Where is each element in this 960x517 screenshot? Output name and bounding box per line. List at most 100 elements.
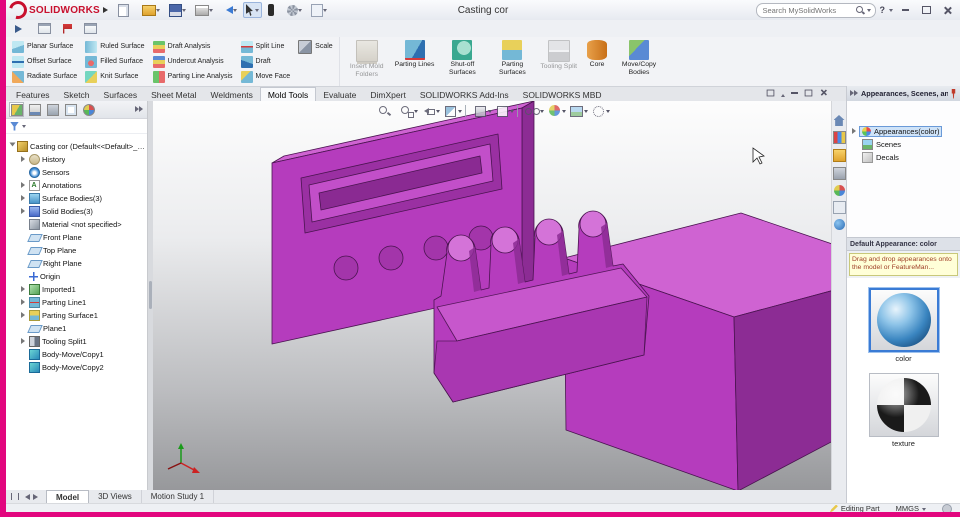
help-button[interactable]: ? [880,5,886,15]
command-tab[interactable]: Weldments [203,88,259,101]
expand-arrow-icon[interactable] [20,156,27,163]
ribbon-small-button[interactable]: Planar Surface [10,39,79,54]
ribbon-small-button[interactable]: Split Line [239,39,293,54]
tree-item[interactable]: History [6,153,147,166]
appearances-tab-icon[interactable] [833,185,845,196]
ribbon-small-button[interactable]: Draft [239,54,293,69]
tree-item[interactable]: Annotations [6,179,147,192]
expand-arrow-icon[interactable] [20,312,27,319]
tree-item[interactable]: Body-Move/Copy2 [6,361,147,374]
search-input[interactable] [760,4,854,16]
view-toolbar-button[interactable] [421,104,440,118]
ribbon-small-button[interactable]: Knit Surface [83,69,146,84]
view-toolbar-button[interactable] [399,104,418,118]
command-tab[interactable]: DimXpert [363,88,412,101]
ribbon-large-button[interactable]: Parting Lines [392,39,438,84]
quick-toolbar-button[interactable] [166,2,189,19]
toolbar-button[interactable] [12,23,29,35]
tree-item[interactable]: Front Plane [6,231,147,244]
view-palette-icon[interactable] [832,167,846,180]
command-tab[interactable]: Features [9,88,57,101]
command-tab[interactable]: SOLIDWORKS Add-Ins [413,88,516,101]
restore-button[interactable] [918,3,935,17]
appearances-tree-item[interactable]: Decals [847,151,960,164]
quick-toolbar-button[interactable] [219,4,240,16]
chevron-down-icon[interactable] [866,9,871,14]
quick-toolbar-button[interactable] [284,3,305,18]
document-tab[interactable]: 3D Views [89,490,142,503]
view-toolbar-button[interactable] [495,104,514,118]
ribbon-small-button[interactable]: Undercut Analysis [151,54,235,69]
view-toolbar-button[interactable] [569,104,588,118]
doc-restore-icon[interactable] [804,89,813,96]
flyout-expand[interactable] [135,105,144,114]
tree-item[interactable]: Surface Bodies(3) [6,192,147,205]
doc-close-icon[interactable] [820,89,827,96]
ribbon-small-button[interactable]: Parting Line Analysis [151,69,235,84]
ribbon-large-button[interactable]: Move/Copy Bodies [614,39,664,84]
command-tab[interactable]: Sketch [57,88,97,101]
command-tab[interactable]: SOLIDWORKS MBD [516,88,609,101]
document-tab[interactable]: Model [46,490,90,503]
menu-expand-arrow-icon[interactable] [102,7,111,13]
ribbon-small-button[interactable]: Filled Surface [83,54,146,69]
view-toolbar-button[interactable] [443,104,462,118]
expand-arrow-icon[interactable] [20,299,27,306]
view-toolbar-button[interactable] [547,104,566,118]
expand-arrow-icon[interactable] [20,182,27,189]
ribbon-small-button[interactable]: Ruled Surface [83,39,146,54]
view-toolbar-button[interactable] [465,105,470,117]
design-library-icon[interactable] [832,131,846,144]
command-tab[interactable]: Mold Tools [259,87,317,101]
appearance-thumbnail[interactable]: texture [847,372,960,448]
tree-item[interactable]: Sensors [6,166,147,179]
viewport-3d[interactable] [153,101,831,490]
expand-arrow-icon[interactable] [20,195,27,202]
doc-minimize-icon[interactable] [791,91,798,94]
tree-item[interactable]: Top Plane [6,244,147,257]
expand-arrow-icon[interactable] [20,208,27,215]
ribbon-large-button[interactable]: Insert Mold Folders [342,39,392,84]
appearances-tree-item[interactable]: Appearances(color) [847,125,960,138]
tree-item[interactable]: Material <not specified> [6,218,147,231]
tree-item[interactable]: Plane1 [6,322,147,335]
minimize-button[interactable] [897,3,914,17]
ribbon-small-button[interactable]: Radiate Surface [10,69,79,84]
close-button[interactable] [939,3,956,17]
tree-item[interactable]: Right Plane [6,257,147,270]
quick-toolbar-button[interactable] [242,2,262,18]
tree-item[interactable]: Solid Bodies(3) [6,205,147,218]
filter-funnel-icon[interactable] [10,121,19,131]
manager-tab[interactable] [45,102,60,117]
quick-toolbar-button[interactable] [308,2,330,19]
ribbon-small-button[interactable]: Offset Surface [10,54,79,69]
manager-tab[interactable] [9,102,24,117]
view-toolbar-button[interactable] [591,104,610,118]
scroll-right-icon[interactable] [33,493,41,500]
view-toolbar-button[interactable] [517,105,522,117]
tree-item[interactable]: Body-Move/Copy1 [6,348,147,361]
custom-properties-icon[interactable] [832,201,846,214]
manager-tab[interactable] [63,102,78,117]
tree-item[interactable]: Tooling Split1 [6,335,147,348]
ribbon-large-button[interactable]: Parting Surfaces [487,39,537,84]
search-icon[interactable] [855,5,865,15]
toolbar-button[interactable] [81,21,100,36]
expand-arrow-icon[interactable] [20,286,27,293]
command-tab[interactable]: Sheet Metal [144,88,203,101]
appearance-thumbnail[interactable]: color [847,287,960,363]
forum-icon[interactable] [833,219,845,230]
ribbon-large-button[interactable]: Shut-off Surfaces [437,39,487,84]
tree-item[interactable]: Imported1 [6,283,147,296]
ribbon-small-button[interactable]: Scale [296,39,335,54]
chevron-down-icon[interactable] [22,125,26,130]
expand-arrow-icon[interactable] [8,143,15,150]
toolbar-button[interactable] [60,22,75,36]
ribbon-large-button[interactable]: Core [580,39,614,84]
chevron-down-icon[interactable] [889,9,893,14]
quick-toolbar-button[interactable] [265,2,281,18]
ribbon-large-button[interactable]: Tooling Split [537,39,580,84]
ribbon-small-button[interactable]: Move Face [239,69,293,84]
file-explorer-icon[interactable] [832,149,846,162]
tree-item[interactable]: Parting Line1 [6,296,147,309]
